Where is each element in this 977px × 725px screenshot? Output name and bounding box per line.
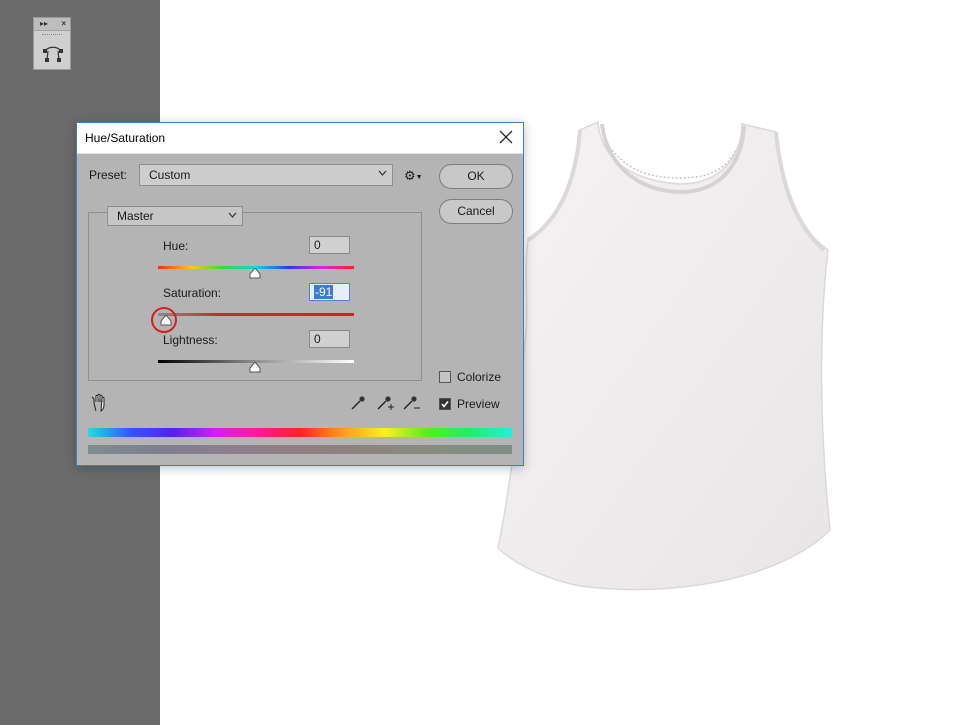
lightness-field[interactable]: 0 — [309, 330, 350, 348]
path-tool-icon[interactable] — [41, 42, 65, 64]
lightness-label: Lightness: — [163, 333, 218, 347]
saturation-field[interactable]: -91 — [309, 283, 350, 301]
collapse-icon[interactable]: ▸▸ — [40, 18, 48, 30]
output-color-spectrum — [88, 445, 512, 454]
saturation-label: Saturation: — [163, 286, 222, 300]
preview-checkbox[interactable] — [439, 398, 451, 410]
eyedropper-icon[interactable] — [349, 394, 367, 412]
hue-field[interactable]: 0 — [309, 236, 350, 254]
mini-tool-panel[interactable]: ▸▸ × — [33, 17, 71, 70]
ok-button[interactable]: OK — [439, 164, 513, 189]
chevron-down-icon — [378, 170, 387, 176]
eyedropper-minus-icon[interactable] — [401, 394, 421, 412]
channel-dropdown[interactable]: Master — [107, 206, 243, 226]
lightness-slider-thumb[interactable] — [249, 362, 261, 373]
channel-value: Master — [117, 209, 154, 223]
mini-panel-header: ▸▸ × — [34, 18, 70, 31]
close-icon[interactable] — [497, 128, 515, 146]
hand-tool-icon[interactable] — [91, 393, 109, 413]
input-color-spectrum — [88, 428, 512, 437]
eyedropper-plus-icon[interactable] — [375, 394, 395, 412]
saturation-slider-track[interactable] — [158, 313, 354, 316]
colorize-checkbox[interactable] — [439, 371, 451, 383]
hue-slider-thumb[interactable] — [249, 268, 261, 279]
hue-label: Hue: — [163, 239, 189, 253]
preset-label: Preset: — [89, 168, 128, 182]
gear-icon[interactable]: ⚙▼ — [404, 168, 423, 184]
saturation-value: -91 — [314, 285, 334, 299]
dialog-titlebar[interactable]: Hue/Saturation — [77, 123, 523, 154]
preview-option[interactable]: Preview — [439, 397, 500, 411]
checkmark-icon — [441, 401, 449, 408]
close-icon[interactable]: × — [61, 18, 66, 30]
preset-dropdown[interactable]: Custom — [139, 164, 393, 186]
dialog-title: Hue/Saturation — [85, 131, 166, 145]
colorize-label: Colorize — [457, 370, 502, 384]
hue-saturation-dialog: Hue/Saturation Preset: Custom ⚙▼ OK Canc… — [76, 122, 524, 466]
preview-label: Preview — [457, 397, 500, 411]
tank-top-image — [497, 120, 831, 591]
cancel-button[interactable]: Cancel — [439, 199, 513, 224]
panel-grip[interactable] — [42, 34, 62, 37]
preset-value: Custom — [149, 168, 191, 182]
adjustment-group — [88, 212, 422, 381]
highlight-circle — [151, 307, 177, 333]
colorize-option[interactable]: Colorize — [439, 370, 501, 384]
chevron-down-icon — [228, 212, 237, 218]
